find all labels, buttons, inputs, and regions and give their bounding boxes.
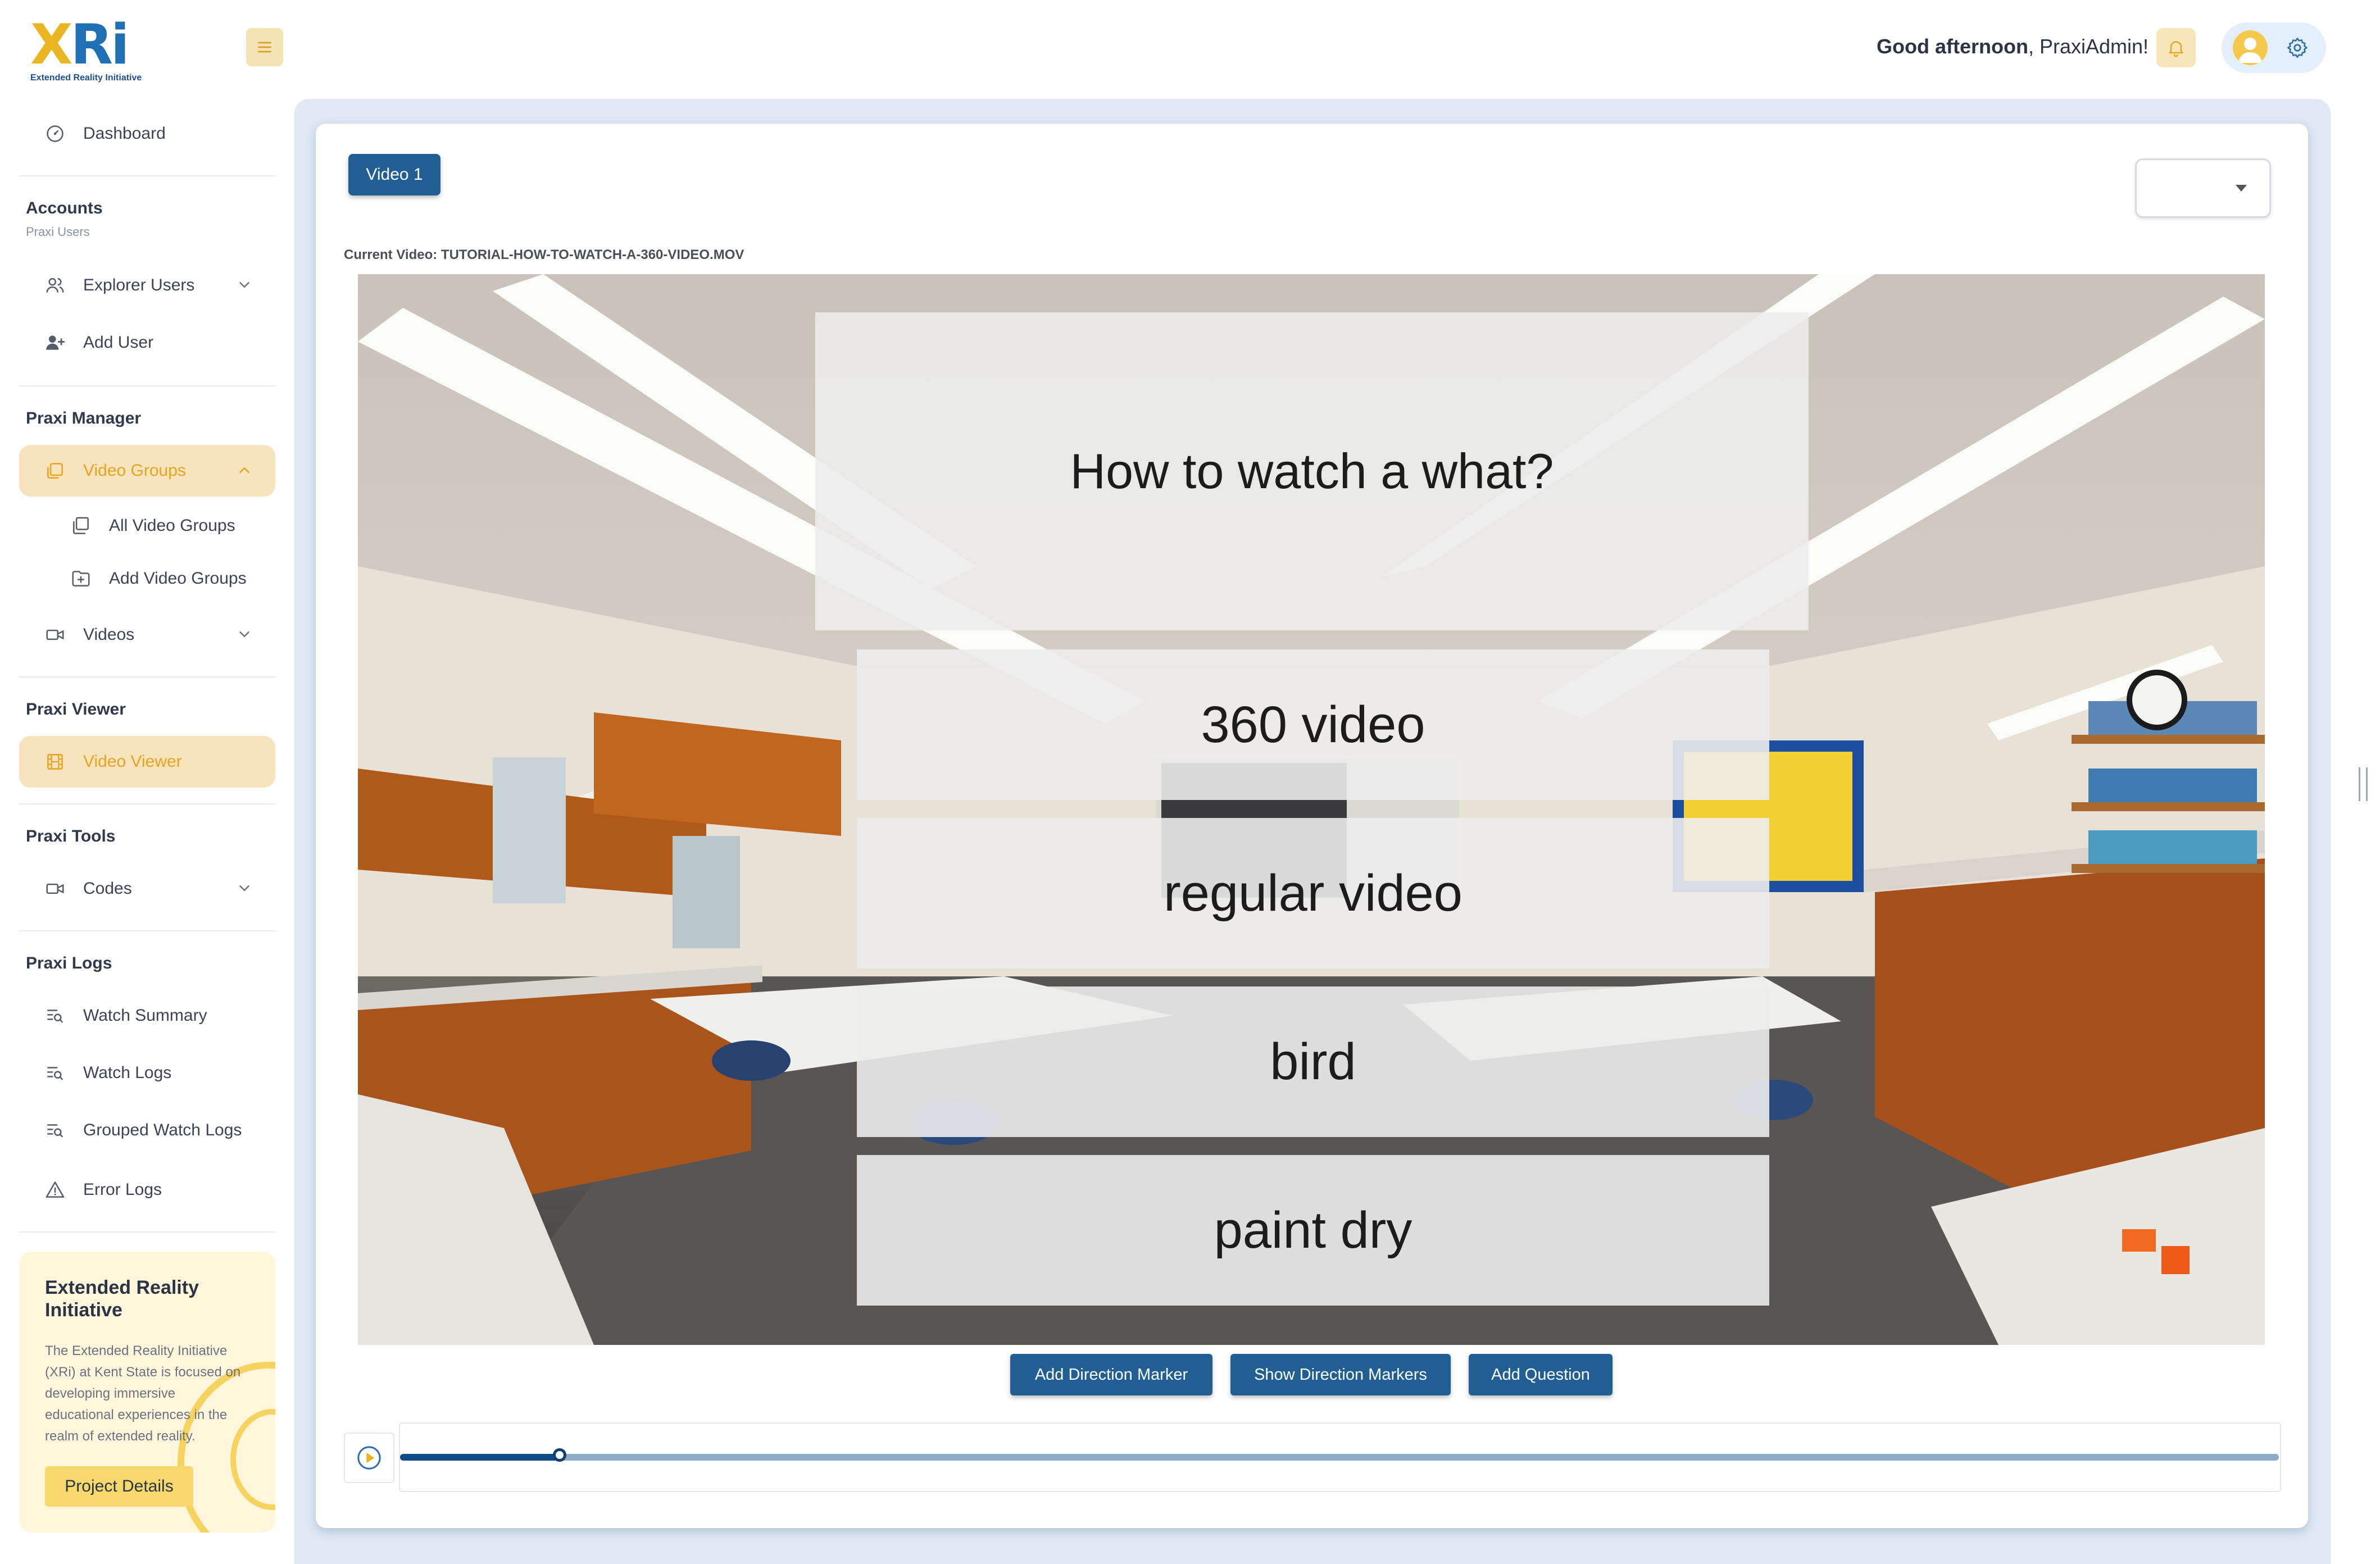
sidebar-item-video-groups[interactable]: Video Groups — [19, 445, 275, 497]
folders-icon — [44, 460, 66, 482]
list-search-icon — [44, 1062, 66, 1084]
warning-icon — [44, 1179, 66, 1201]
question-text: How to watch a what? — [815, 312, 1809, 630]
notifications-button[interactable] — [2156, 28, 2196, 67]
sidebar-item-add-user[interactable]: Add User — [19, 317, 275, 369]
divider — [19, 1231, 275, 1233]
divider — [19, 175, 275, 176]
sidebar: XRi Extended Reality Initiative Dashboar… — [0, 0, 294, 1564]
users-icon — [44, 274, 66, 297]
sidebar-item-label: Video Viewer — [83, 752, 182, 771]
progress-fill — [400, 1454, 560, 1461]
caret-down-icon — [2236, 185, 2247, 192]
sidebar-item-label: Watch Summary — [83, 1006, 207, 1025]
sidebar-item-label: Codes — [83, 879, 132, 898]
resize-handle[interactable] — [2359, 767, 2368, 801]
stack-icon — [70, 515, 92, 537]
project-details-button[interactable]: Project Details — [45, 1466, 193, 1507]
add-user-icon — [44, 331, 66, 354]
chevron-up-icon — [239, 467, 249, 473]
video-tab-1[interactable]: Video 1 — [348, 154, 440, 196]
progress-track[interactable] — [400, 1448, 2279, 1462]
answer-option[interactable]: bird — [857, 986, 1769, 1137]
answer-option[interactable]: regular video — [857, 818, 1769, 969]
hamburger-icon — [258, 42, 271, 53]
sidebar-item-error-logs[interactable]: Error Logs — [19, 1164, 275, 1216]
sidebar-item-label: All Video Groups — [109, 516, 235, 535]
sidebar-item-videos[interactable]: Videos — [19, 609, 275, 661]
sidebar-item-label: Add Video Groups — [109, 569, 247, 588]
play-circle-icon — [357, 1446, 381, 1470]
video-select-dropdown[interactable] — [2135, 158, 2271, 218]
xri-logo[interactable]: XRi Extended Reality Initiative — [30, 17, 143, 83]
video-player[interactable]: How to watch a what? 360 video regular v… — [358, 274, 2265, 1345]
chevron-down-icon — [239, 885, 249, 892]
promo-card: Extended Reality Initiative The Extended… — [19, 1252, 275, 1533]
gear-icon[interactable] — [2286, 36, 2309, 60]
answer-option[interactable]: 360 video — [857, 649, 1769, 800]
sidebar-item-label: Grouped Watch Logs — [83, 1121, 242, 1139]
sidebar-item-label: Videos — [83, 625, 135, 644]
sidebar-item-label: Error Logs — [83, 1180, 162, 1199]
sidebar-item-all-video-groups[interactable]: All Video Groups — [19, 500, 275, 552]
play-button[interactable] — [344, 1433, 394, 1483]
progress-scrubber[interactable] — [553, 1448, 567, 1462]
sidebar-item-label: Watch Logs — [83, 1063, 172, 1082]
current-video-label: Current Video: TUTORIAL-HOW-TO-WATCH-A-3… — [344, 247, 744, 262]
chevron-down-icon — [239, 631, 249, 638]
sidebar-item-label: Add User — [83, 333, 154, 352]
section-subtitle-accounts: Praxi Users — [26, 225, 90, 239]
greeting: Good afternoon, PraxiAdmin! — [1877, 35, 2149, 58]
sidebar-item-watch-logs[interactable]: Watch Logs — [19, 1047, 275, 1099]
avatar[interactable] — [2233, 30, 2268, 65]
divider — [19, 930, 275, 931]
sidebar-item-video-viewer[interactable]: Video Viewer — [19, 736, 275, 788]
chevron-down-icon — [239, 282, 249, 288]
section-title-praxi-tools: Praxi Tools — [26, 827, 116, 845]
sidebar-item-add-video-groups[interactable]: Add Video Groups — [19, 553, 275, 604]
add-direction-marker-button[interactable]: Add Direction Marker — [1010, 1354, 1212, 1395]
divider — [19, 803, 275, 804]
video-camera-icon — [44, 624, 66, 646]
folder-plus-icon — [70, 567, 92, 590]
divider — [19, 385, 275, 387]
sidebar-item-label: Dashboard — [83, 124, 166, 143]
sidebar-item-watch-summary[interactable]: Watch Summary — [19, 990, 275, 1042]
promo-description: The Extended Reality Initiative (XRi) at… — [45, 1343, 241, 1444]
sidebar-item-label: Video Groups — [83, 461, 186, 480]
sidebar-item-codes[interactable]: Codes — [19, 863, 275, 915]
sidebar-item-grouped-watch-logs[interactable]: Grouped Watch Logs — [19, 1104, 275, 1156]
add-question-button[interactable]: Add Question — [1469, 1354, 1613, 1395]
video-camera-icon — [44, 878, 66, 900]
promo-title: Extended Reality Initiative — [45, 1277, 199, 1321]
list-search-icon — [44, 1004, 66, 1027]
section-title-praxi-manager: Praxi Manager — [26, 409, 142, 428]
sidebar-item-dashboard[interactable]: Dashboard — [19, 108, 275, 160]
show-direction-markers-button[interactable]: Show Direction Markers — [1230, 1354, 1451, 1395]
section-title-accounts: Accounts — [26, 199, 103, 217]
sidebar-item-label: Explorer Users — [83, 276, 195, 294]
sidebar-item-explorer-users[interactable]: Explorer Users — [19, 260, 275, 311]
section-title-praxi-logs: Praxi Logs — [26, 954, 112, 972]
film-icon — [44, 751, 66, 773]
user-avatar-icon — [2238, 38, 2262, 63]
section-title-praxi-viewer: Praxi Viewer — [26, 700, 126, 719]
divider — [19, 676, 275, 678]
profile-menu[interactable] — [2222, 22, 2326, 73]
answer-option[interactable]: paint dry — [857, 1155, 1769, 1306]
dashboard-gauge-icon — [44, 122, 66, 145]
list-search-icon — [44, 1119, 66, 1142]
menu-toggle-button[interactable] — [246, 28, 283, 66]
video-timeline[interactable] — [399, 1422, 2281, 1492]
bell-icon — [2169, 41, 2183, 57]
